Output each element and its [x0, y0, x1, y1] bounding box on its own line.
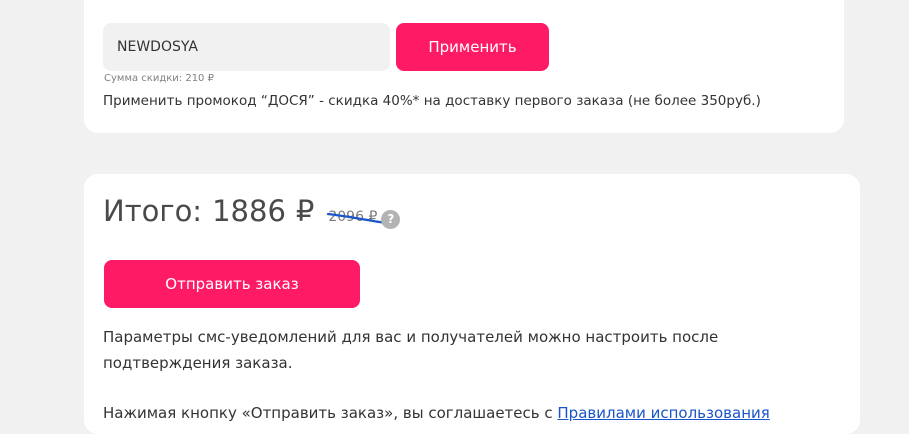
promo-hint-text: Применить промокод “ДОСЯ” - скидка 40%* …	[103, 93, 761, 109]
terms-link[interactable]: Правилами использования	[557, 404, 769, 422]
agreement-prefix: Нажимая кнопку «Отправить заказ», вы сог…	[103, 404, 558, 422]
promo-card: Применить Сумма скидки: 210 ₽ Применить …	[84, 0, 844, 133]
total-amount: 1886	[212, 194, 286, 228]
total-label: Итого:	[103, 194, 203, 228]
promo-code-input[interactable]	[103, 23, 390, 71]
submit-order-button[interactable]: Отправить заказ	[104, 260, 360, 308]
old-price-text: 2096 ₽	[328, 209, 378, 225]
order-total-card: Итого: 1886 ₽ 2096 ₽ ? Отправить заказ П…	[84, 174, 860, 434]
apply-promo-button[interactable]: Применить	[396, 23, 549, 71]
total-row: Итого: 1886 ₽ 2096 ₽ ?	[103, 194, 401, 229]
agreement-note: Нажимая кнопку «Отправить заказ», вы сог…	[103, 400, 843, 426]
help-icon[interactable]: ?	[381, 209, 401, 229]
old-price: 2096 ₽	[327, 206, 388, 225]
discount-sum-text: Сумма скидки: 210 ₽	[104, 73, 214, 84]
sms-settings-note: Параметры смс-уведомлений для вас и полу…	[103, 328, 719, 372]
total-currency: ₽	[295, 194, 315, 228]
